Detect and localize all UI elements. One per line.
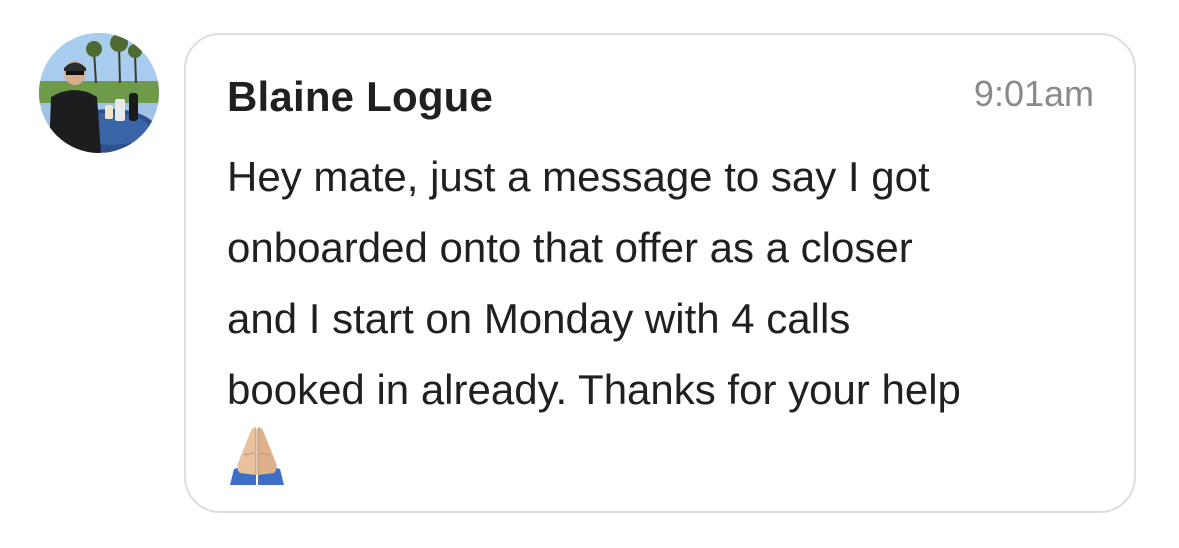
chat-message-row: Blaine Logue 9:01am Hey mate, just a mes… — [0, 0, 1179, 548]
message-timestamp: 9:01am — [973, 73, 1094, 114]
sender-name[interactable]: Blaine Logue — [227, 73, 493, 121]
folded-hands-icon — [226, 423, 288, 485]
avatar-photo-icon — [39, 33, 159, 153]
message-bubble[interactable]: Blaine Logue 9:01am Hey mate, just a mes… — [184, 33, 1136, 513]
message-line: onboarded onto that offer as a closer — [227, 224, 913, 271]
message-line: and I start on Monday with 4 calls — [227, 295, 851, 342]
message-line: Hey mate, just a message to say I got — [227, 153, 930, 200]
message-line: booked in already. Thanks for your help — [227, 366, 961, 413]
message-text: Hey mate, just a message to say I got on… — [227, 141, 1087, 425]
avatar[interactable] — [39, 33, 159, 153]
